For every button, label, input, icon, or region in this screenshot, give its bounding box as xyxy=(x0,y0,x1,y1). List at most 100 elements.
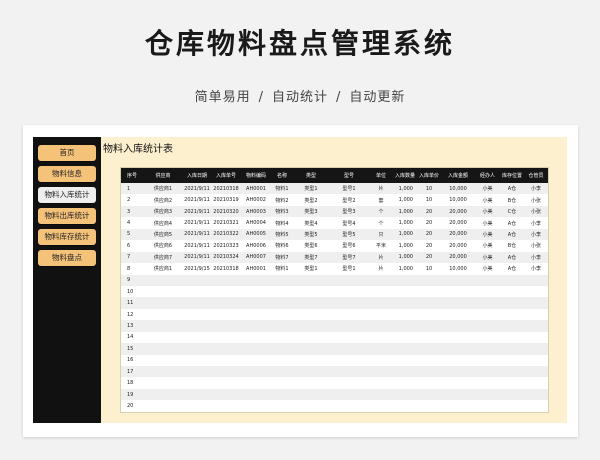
table-cell[interactable]: 20 xyxy=(417,252,441,263)
table-cell[interactable]: 1,000 xyxy=(393,240,417,251)
table-cell[interactable]: 2021/9/11 xyxy=(183,240,211,251)
table-cell[interactable] xyxy=(500,355,524,366)
table-cell[interactable]: 小美 xyxy=(475,183,500,194)
table-cell[interactable] xyxy=(241,377,271,388)
table-cell[interactable] xyxy=(329,355,369,366)
table-cell[interactable] xyxy=(293,366,329,377)
table-cell[interactable] xyxy=(271,377,293,388)
table-cell[interactable]: 17 xyxy=(121,366,143,377)
table-cell[interactable] xyxy=(524,355,548,366)
table-cell[interactable] xyxy=(183,389,211,400)
table-cell[interactable] xyxy=(271,366,293,377)
table-cell[interactable]: B仓 xyxy=(500,240,524,251)
table-cell[interactable]: AH0004 xyxy=(241,217,271,228)
table-cell[interactable] xyxy=(524,297,548,308)
table-cell[interactable] xyxy=(393,377,417,388)
table-cell[interactable] xyxy=(441,332,475,343)
table-cell[interactable]: 小美 xyxy=(475,217,500,228)
table-cell[interactable] xyxy=(500,297,524,308)
table-cell[interactable] xyxy=(329,366,369,377)
table-cell[interactable] xyxy=(393,332,417,343)
table-cell[interactable]: 供应商5 xyxy=(143,229,183,240)
table-cell[interactable]: 类型6 xyxy=(293,240,329,251)
table-cell[interactable] xyxy=(369,286,393,297)
table-cell[interactable]: 1,000 xyxy=(393,183,417,194)
table-cell[interactable]: 型号6 xyxy=(329,240,369,251)
table-cell[interactable] xyxy=(271,400,293,411)
table-cell[interactable]: 物料1 xyxy=(271,183,293,194)
table-cell[interactable] xyxy=(143,343,183,354)
table-cell[interactable]: 类型7 xyxy=(293,252,329,263)
table-cell[interactable]: 2021/9/15 xyxy=(183,263,211,274)
table-cell[interactable] xyxy=(183,309,211,320)
table-cell[interactable] xyxy=(293,343,329,354)
table-cell[interactable] xyxy=(369,275,393,286)
table-cell[interactable] xyxy=(329,275,369,286)
table-cell[interactable] xyxy=(293,377,329,388)
table-cell[interactable]: 20 xyxy=(417,217,441,228)
table-cell[interactable]: 型号2 xyxy=(329,194,369,205)
table-cell[interactable] xyxy=(329,389,369,400)
table-cell[interactable]: 供应商1 xyxy=(143,263,183,274)
table-cell[interactable]: 小美 xyxy=(475,194,500,205)
table-cell[interactable]: A仓 xyxy=(500,252,524,263)
table-cell[interactable]: 小美 xyxy=(475,263,500,274)
table-cell[interactable] xyxy=(241,297,271,308)
table-cell[interactable] xyxy=(143,320,183,331)
table-cell[interactable] xyxy=(241,366,271,377)
table-cell[interactable] xyxy=(369,320,393,331)
table-cell[interactable] xyxy=(211,275,241,286)
table-cell[interactable] xyxy=(211,377,241,388)
table-cell[interactable]: 小张 xyxy=(524,194,548,205)
table-cell[interactable] xyxy=(441,377,475,388)
nav-material-info-button[interactable]: 物料信息 xyxy=(38,166,96,182)
table-cell[interactable]: 2021/9/11 xyxy=(183,217,211,228)
table-cell[interactable] xyxy=(393,343,417,354)
table-cell[interactable]: 20 xyxy=(417,206,441,217)
table-cell[interactable]: 12 xyxy=(121,309,143,320)
table-cell[interactable] xyxy=(500,377,524,388)
table-cell[interactable]: 20,000 xyxy=(441,229,475,240)
table-cell[interactable]: 型号1 xyxy=(329,183,369,194)
table-cell[interactable] xyxy=(293,275,329,286)
table-cell[interactable] xyxy=(211,309,241,320)
table-cell[interactable]: 个 xyxy=(369,217,393,228)
table-cell[interactable] xyxy=(417,355,441,366)
table-cell[interactable]: 1,000 xyxy=(393,252,417,263)
table-cell[interactable]: 类型1 xyxy=(293,183,329,194)
table-cell[interactable]: 14 xyxy=(121,332,143,343)
table-cell[interactable] xyxy=(393,297,417,308)
table-cell[interactable] xyxy=(271,332,293,343)
table-cell[interactable] xyxy=(417,309,441,320)
table-cell[interactable] xyxy=(475,389,500,400)
table-cell[interactable] xyxy=(329,343,369,354)
table-cell[interactable] xyxy=(417,343,441,354)
table-cell[interactable]: 11 xyxy=(121,297,143,308)
table-cell[interactable] xyxy=(211,389,241,400)
table-cell[interactable] xyxy=(524,400,548,411)
table-cell[interactable]: 1 xyxy=(121,183,143,194)
table-cell[interactable] xyxy=(441,355,475,366)
table-cell[interactable] xyxy=(211,332,241,343)
table-cell[interactable] xyxy=(329,320,369,331)
table-cell[interactable] xyxy=(417,320,441,331)
table-cell[interactable]: 类型4 xyxy=(293,217,329,228)
table-cell[interactable] xyxy=(143,400,183,411)
table-cell[interactable] xyxy=(211,320,241,331)
table-cell[interactable] xyxy=(500,320,524,331)
table-cell[interactable] xyxy=(211,297,241,308)
table-cell[interactable] xyxy=(241,355,271,366)
table-cell[interactable] xyxy=(143,389,183,400)
table-cell[interactable] xyxy=(211,400,241,411)
table-cell[interactable] xyxy=(475,320,500,331)
table-cell[interactable]: B仓 xyxy=(500,194,524,205)
table-cell[interactable]: 供应商1 xyxy=(143,183,183,194)
table-cell[interactable] xyxy=(475,286,500,297)
table-cell[interactable] xyxy=(500,286,524,297)
table-cell[interactable] xyxy=(417,275,441,286)
table-cell[interactable] xyxy=(183,355,211,366)
table-cell[interactable]: 20,000 xyxy=(441,206,475,217)
table-cell[interactable] xyxy=(241,400,271,411)
table-cell[interactable] xyxy=(293,389,329,400)
table-cell[interactable] xyxy=(393,355,417,366)
